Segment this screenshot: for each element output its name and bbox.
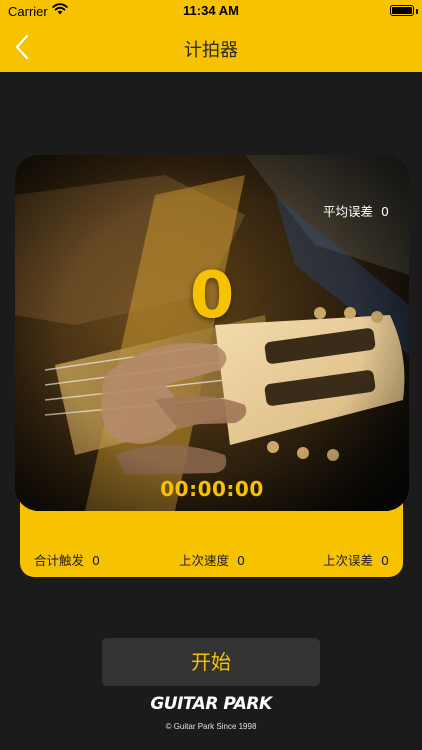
metronome-display[interactable]: 平均误差 0 0 00:00:00 [15,155,409,511]
brand-logo: GUITAR PARK [150,694,272,714]
avg-error-label: 平均误差 [323,204,374,219]
clock: 11:34 AM [183,3,239,18]
stat-total-value: 0 [92,553,100,568]
stat-last-speed: 上次速度 0 [179,550,245,569]
stat-total-label: 合计触发 [34,553,85,568]
page-title: 计拍器 [184,40,238,61]
battery-tip [416,9,418,14]
copyright-text: © Guitar Park Since 1998 [165,722,257,731]
stat-total-triggers: 合计触发 0 [34,550,100,569]
stat-speed-value: 0 [237,553,245,568]
stat-speed-label: 上次速度 [179,553,230,568]
battery-level [392,7,412,14]
stat-error-value: 0 [381,553,389,568]
start-button[interactable]: 开始 [102,638,320,686]
stat-error-label: 上次误差 [323,553,374,568]
elapsed-timer: 00:00:00 [160,477,264,501]
beat-counter: 0 [189,259,235,333]
battery-icon [390,5,414,16]
status-bar: Carrier 11:34 AM [0,0,422,22]
stat-last-error: 上次误差 0 [323,550,389,569]
nav-bar: 计拍器 [0,22,422,72]
avg-error-value: 0 [381,204,389,219]
avg-error: 平均误差 0 [323,201,389,220]
